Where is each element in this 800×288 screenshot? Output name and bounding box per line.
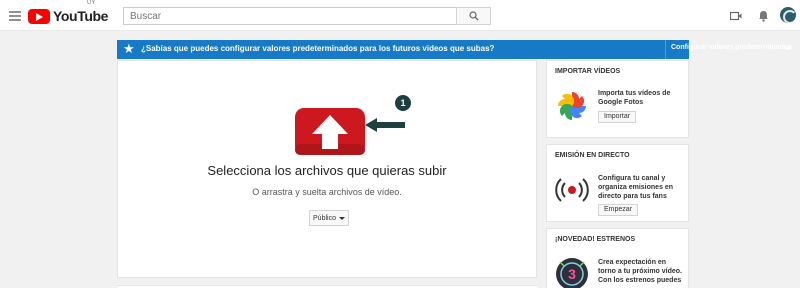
account-avatar[interactable] [780, 7, 796, 23]
defaults-banner: ★ ¿Sabías que puedes configurar valores … [117, 40, 792, 59]
star-icon: ★ [123, 41, 135, 56]
step-number-badge: 1 [395, 95, 411, 111]
svg-text:3: 3 [568, 266, 576, 282]
pointer-arrow-icon [365, 118, 405, 132]
google-photos-icon [558, 92, 586, 120]
live-streaming-card: EMISIÓN EN DIRECTO Configura tu canal y … [546, 144, 689, 222]
country-code: UY [87, 0, 96, 6]
search-icon [468, 11, 479, 21]
start-button[interactable]: Empezar [598, 204, 639, 216]
youtube-play-icon [28, 8, 50, 24]
youtube-logo[interactable]: YouTube [28, 8, 108, 24]
card-text: Crea expectación en torno a tu próximo v… [598, 259, 683, 284]
upload-subtitle: O arrastra y suelta archivos de vídeo. [252, 187, 402, 197]
card-title: IMPORTAR VÍDEOS [555, 68, 621, 75]
masthead: YouTube UY [0, 0, 800, 31]
card-text: Importa tus vídeos de Google Fotos [598, 90, 671, 106]
privacy-dropdown[interactable]: Público [309, 210, 349, 226]
card-text: Configura tu canal y organiza emisiones … [598, 175, 674, 200]
import-button[interactable]: Importar [598, 111, 637, 123]
premiere-countdown-icon: 3 [556, 258, 588, 288]
banner-divider [665, 40, 666, 59]
privacy-value: Público [313, 214, 336, 222]
search-input[interactable] [123, 7, 456, 25]
upload-title: Selecciona los archivos que quieras subi… [207, 163, 447, 178]
search-button[interactable] [456, 7, 491, 25]
import-videos-card: IMPORTAR VÍDEOS Importa tus vídeos de Go… [546, 60, 689, 138]
dropdown-caret-icon [338, 216, 345, 220]
create-video-icon[interactable] [728, 8, 744, 24]
live-broadcast-icon [555, 178, 589, 202]
logo-text: YouTube [53, 8, 109, 24]
close-banner-button[interactable]: × [786, 43, 791, 53]
menu-icon[interactable] [9, 11, 21, 21]
card-title: ¡NOVEDAD! ESTRENOS [555, 236, 636, 243]
premieres-card: ¡NOVEDAD! ESTRENOS 3 Crea expectación en… [546, 228, 689, 288]
upload-icon[interactable] [295, 108, 365, 155]
configure-defaults-link[interactable]: Configurar valores predeterminados [671, 44, 792, 51]
search-bar [123, 7, 491, 25]
banner-text: ¿Sabías que puedes configurar valores pr… [141, 44, 495, 53]
card-title: EMISIÓN EN DIRECTO [555, 152, 630, 159]
upload-panel: 1 Selecciona los archivos que quieras su… [117, 60, 537, 278]
notifications-bell-icon[interactable] [755, 8, 771, 24]
